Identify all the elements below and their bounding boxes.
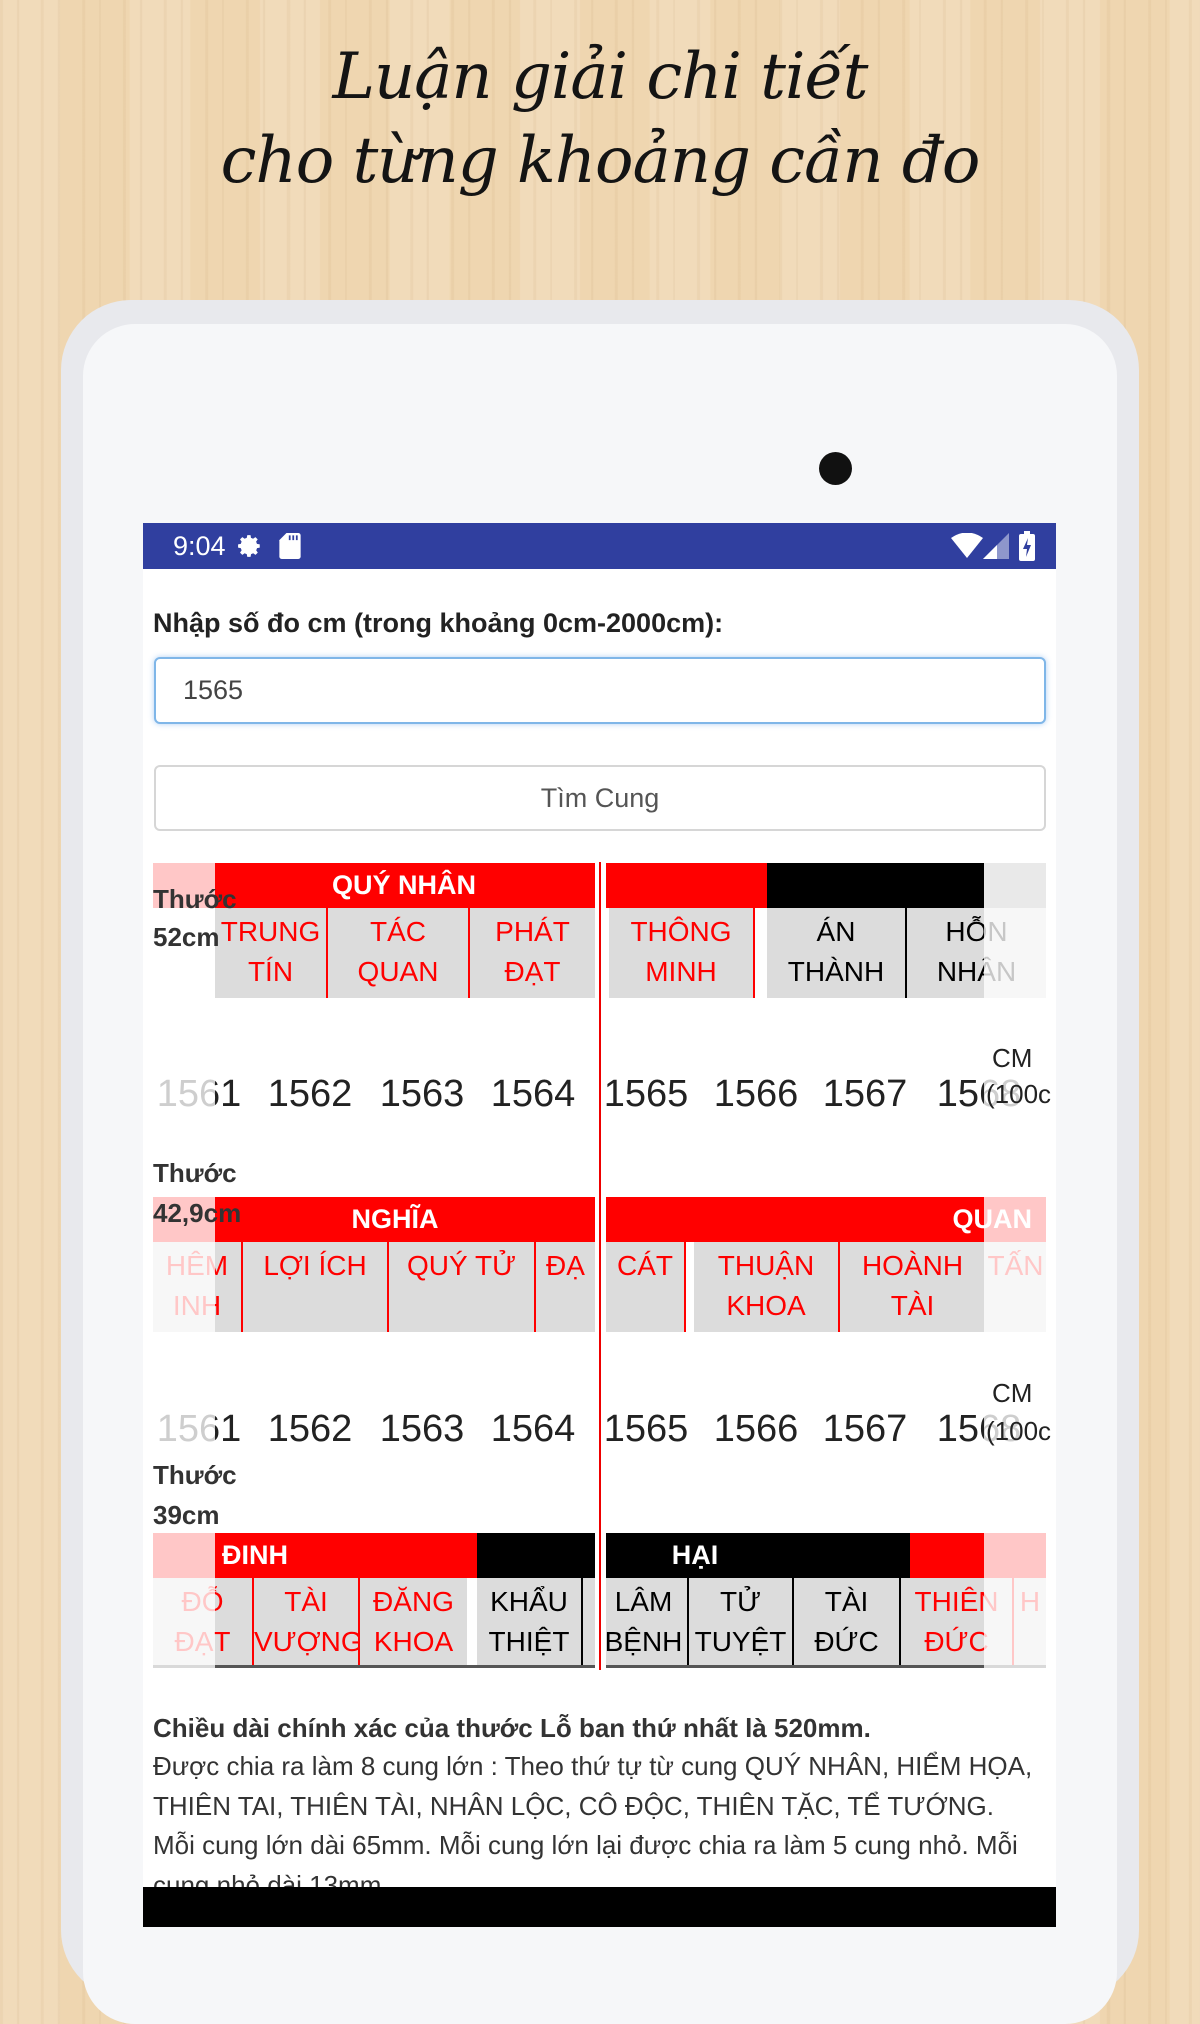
cung-cell[interactable]: HOÀNH TÀI <box>840 1242 985 1332</box>
ruler-fade-right <box>984 1533 1047 1668</box>
ruler-length: 39cm <box>153 1500 220 1530</box>
ruler-unit-scale: (100c <box>986 1079 1052 1109</box>
ruler-number: 1567 <box>822 1408 908 1450</box>
ruler-name: Thước <box>153 884 237 914</box>
status-bar: 9:04 <box>143 523 1056 569</box>
wifi-icon <box>951 533 983 558</box>
ruler-number: 1567 <box>822 1073 908 1115</box>
cung-cell[interactable]: TRUNG TÍN <box>215 908 328 998</box>
measurement-label: Nhập số đo cm (trong khoảng 0cm-2000cm): <box>153 608 724 638</box>
description-body: Được chia ra làm 8 cung lớn : Theo thứ t… <box>153 1751 1033 1900</box>
status-time: 9:04 <box>173 531 226 561</box>
measurement-input[interactable]: 1565 <box>154 657 1046 724</box>
cung-cell[interactable]: TÀI VƯỢNG <box>254 1578 360 1668</box>
cung-cell[interactable]: LÂM BỆNH <box>600 1578 689 1668</box>
cung-cell[interactable]: THUẬN KHOA <box>694 1242 840 1332</box>
ruler-unit-scale: (100c <box>986 1416 1052 1446</box>
cung-cell[interactable]: THÔNG MINH <box>609 908 755 998</box>
promo-title-line1: Luận giải chi tiết <box>332 40 869 114</box>
cung-cell[interactable]: CÁT <box>606 1242 686 1332</box>
ruler-number: 1564 <box>490 1073 576 1115</box>
cung-band <box>606 863 767 908</box>
cung-band-label: NGHĨA <box>351 1204 439 1234</box>
cung-cell[interactable]: LỢI ÍCH <box>243 1242 389 1332</box>
find-cung-button[interactable]: Tìm Cung <box>154 765 1046 831</box>
sd-card-icon <box>279 533 301 559</box>
ruler-number: 1564 <box>490 1408 576 1450</box>
cung-cell[interactable]: ÁN THÀNH <box>767 908 907 998</box>
measurement-marker-line <box>599 862 601 1670</box>
ruler-name: Thước <box>153 1460 237 1490</box>
ruler-length: 52cm <box>153 922 220 952</box>
description-heading: Chiều dài chính xác của thước Lỗ ban thứ… <box>153 1713 871 1743</box>
gear-icon <box>238 535 260 557</box>
cung-band-label: ĐINH <box>222 1540 288 1570</box>
cung-cell[interactable]: ĐĂNG KHOA <box>360 1578 467 1668</box>
cung-cell[interactable]: ĐẠ <box>536 1242 595 1332</box>
ruler-number: 1566 <box>713 1408 799 1450</box>
ruler-fade-left <box>153 1197 215 1452</box>
signal-icon <box>983 533 1009 559</box>
ruler-unit: CM <box>992 1378 1033 1408</box>
ruler-number: 1562 <box>267 1073 353 1115</box>
ruler-name: Thước <box>153 1158 237 1188</box>
ruler-length: 42,9cm <box>153 1198 242 1228</box>
ruler-fade-left <box>153 1533 215 1668</box>
cung-cell[interactable]: TỬ TUYỆT <box>689 1578 794 1668</box>
ruler-number: 1565 <box>603 1073 689 1115</box>
ruler-number: 1563 <box>379 1408 465 1450</box>
cung-cell[interactable]: TÁC QUAN <box>328 908 470 998</box>
promo-title-line2: cho từng khoảng cần đo <box>220 124 981 198</box>
ruler-number: 1562 <box>267 1408 353 1450</box>
ruler-number: 1566 <box>713 1073 799 1115</box>
cung-band-label: QUÝ NHÂN <box>331 870 476 900</box>
cung-cell[interactable]: KHẨU THIỆT <box>477 1578 583 1668</box>
cung-cell[interactable] <box>583 1578 595 1668</box>
cung-band <box>767 863 984 908</box>
cung-cell[interactable]: PHÁT ĐẠT <box>470 908 595 998</box>
cung-cell[interactable]: QUÝ TỬ <box>389 1242 536 1332</box>
ruler-number: 1565 <box>603 1408 689 1450</box>
cung-cell[interactable]: TÀI ĐỨC <box>794 1578 901 1668</box>
battery-charging-icon <box>1019 531 1035 561</box>
ruler-unit: CM <box>992 1043 1033 1073</box>
navigation-bar <box>143 1887 1056 1927</box>
camera-dot <box>819 452 852 485</box>
ruler-number: 1563 <box>379 1073 465 1115</box>
cung-band-label: HẠI <box>671 1540 719 1570</box>
